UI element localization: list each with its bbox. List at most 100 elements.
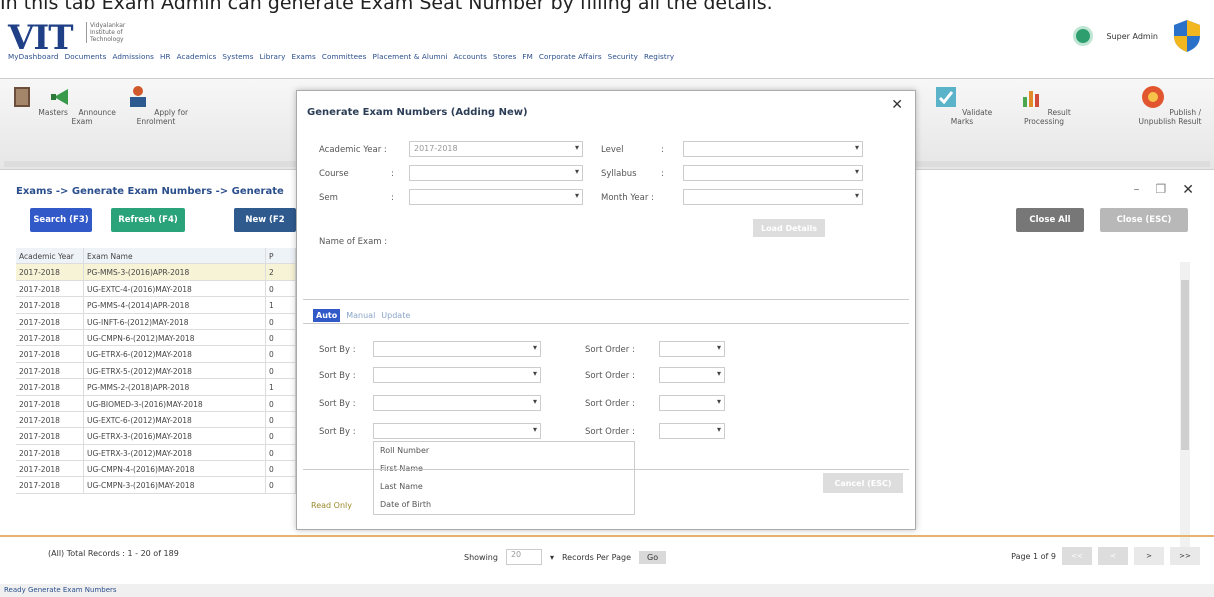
academic-year-select[interactable]: 2017-2018 ▾ [409, 141, 583, 157]
table-cell: 2017-2018 [16, 329, 84, 346]
toolbar-publish-result[interactable]: Publish / Unpublish Result [1128, 83, 1212, 126]
first-page-button[interactable]: << [1062, 547, 1092, 565]
toolbar-validate-marks[interactable]: Validate Marks [928, 83, 996, 126]
nav-item[interactable]: FM [522, 52, 533, 61]
app-header: VIT Vidyalankar Institute of Technology My… [0, 14, 1214, 64]
nav-item[interactable]: Security [608, 52, 638, 61]
close-icon[interactable]: ✕ [891, 97, 903, 113]
cancel-button[interactable]: Cancel (ESC) [823, 473, 903, 493]
tutorial-caption: In this tab Exam Admin can generate Exam… [0, 0, 773, 14]
close-icon[interactable]: ✕ [1182, 182, 1194, 198]
tab-manual[interactable]: Manual [346, 311, 375, 320]
tab-auto[interactable]: Auto [313, 309, 341, 322]
level-select[interactable]: ▾ [683, 141, 863, 157]
table-row[interactable]: 2017-2018 UG-ETRX-3-(2016)MAY-2018 0 [16, 428, 296, 445]
read-only-label: Read Only [311, 501, 352, 510]
prev-page-button[interactable]: < [1098, 547, 1128, 565]
table-row[interactable]: 2017-2018 UG-ETRX-3-(2012)MAY-2018 0 [16, 444, 296, 462]
restore-icon[interactable]: ❐ [1156, 182, 1167, 198]
column-academic-year[interactable]: Academic Year [16, 248, 84, 264]
nav-item[interactable]: Stores [493, 52, 516, 61]
grid-footer: (All) Total Records : 1 - 20 of 189 Show… [0, 535, 1214, 575]
new-button[interactable]: New (F2 [234, 208, 296, 232]
table-row[interactable]: 2017-2018 UG-INFT-6-(2012)MAY-2018 0 [16, 313, 296, 330]
close-all-button[interactable]: Close All [1016, 208, 1084, 232]
table-row[interactable]: 2017-2018 UG-EXTC-6-(2012)MAY-2018 0 [16, 411, 296, 429]
user-name[interactable]: Super Admin [1107, 32, 1158, 41]
toolbar-result-processing[interactable]: Result Processing [1010, 83, 1078, 126]
name-of-exam-label: Name of Exam : [319, 237, 388, 247]
table-row[interactable]: 2017-2018 UG-CMPN-3-(2016)MAY-2018 0 [16, 477, 296, 494]
sort-by-select[interactable]: ▾ [373, 367, 541, 383]
close-esc-button[interactable]: Close (ESC) [1100, 208, 1188, 232]
next-page-button[interactable]: > [1134, 547, 1164, 565]
nav-item[interactable]: Corporate Affairs [539, 52, 602, 61]
paging-controls: Showing 20 ▾ Records Per Page Go [464, 549, 667, 565]
table-row[interactable]: 2017-2018 PG-MMS-4-(2014)APR-2018 1 [16, 297, 296, 314]
sem-select[interactable]: ▾ [409, 189, 583, 205]
apply-icon [129, 86, 146, 107]
sort-order-select[interactable]: ▾ [659, 395, 725, 411]
table-row[interactable]: 2017-2018 PG-MMS-3-(2016)APR-2018 2 [16, 264, 296, 281]
load-details-button[interactable]: Load Details [753, 219, 825, 237]
column-exam-name[interactable]: Exam Name [84, 248, 266, 264]
table-cell: PG-MMS-2-(2018)APR-2018 [84, 379, 266, 395]
table-row[interactable]: 2017-2018 PG-MMS-2-(2018)APR-2018 1 [16, 379, 296, 396]
month-year-select[interactable]: ▾ [683, 189, 863, 205]
sort-order-select[interactable]: ▾ [659, 341, 725, 357]
go-button[interactable]: Go [639, 550, 667, 564]
toolbar-announce-exam[interactable]: Announce Exam [48, 83, 116, 126]
sort-by-select[interactable]: ▾ [373, 395, 541, 411]
nav-item[interactable]: Placement & Alumni [373, 52, 448, 61]
chevron-down-icon: ▾ [716, 397, 721, 406]
toolbar-apply-enrolment[interactable]: Apply for Enrolment [122, 83, 190, 126]
dialog-footer [303, 469, 909, 497]
level-label: Level [601, 145, 624, 155]
nav-item[interactable]: Systems [222, 52, 253, 61]
table-cell: 1 [266, 379, 296, 395]
search-button[interactable]: Search (F3) [30, 208, 92, 232]
page-indicator: Page 1 of 9 [1011, 551, 1056, 561]
chevron-down-icon: ▾ [854, 167, 859, 176]
sort-by-select[interactable]: ▾ [373, 423, 541, 439]
table-cell: 2017-2018 [16, 411, 84, 428]
column-p[interactable]: P [266, 248, 296, 264]
table-row[interactable]: 2017-2018 UG-ETRX-6-(2012)MAY-2018 0 [16, 346, 296, 363]
shield-logo-icon [1174, 20, 1200, 52]
nav-item[interactable]: Committees [322, 52, 367, 61]
option-roll-number[interactable]: Roll Number [374, 442, 634, 460]
table-row[interactable]: 2017-2018 UG-EXTC-4-(2016)MAY-2018 0 [16, 280, 296, 298]
nav-item[interactable]: Academics [177, 52, 217, 61]
course-label: Course [319, 169, 349, 179]
grid-scrollbar[interactable] [1180, 262, 1190, 552]
nav-item[interactable]: Exams [291, 52, 315, 61]
scroll-thumb[interactable] [1181, 280, 1189, 450]
last-page-button[interactable]: >> [1170, 547, 1200, 565]
table-row[interactable]: 2017-2018 UG-ETRX-5-(2012)MAY-2018 0 [16, 362, 296, 380]
refresh-button[interactable]: Refresh (F4) [111, 208, 185, 232]
table-cell: PG-MMS-4-(2014)APR-2018 [84, 297, 266, 313]
tab-update[interactable]: Update [381, 311, 410, 320]
syllabus-select[interactable]: ▾ [683, 165, 863, 181]
minimize-icon[interactable]: – [1134, 182, 1140, 198]
sort-order-select[interactable]: ▾ [659, 367, 725, 383]
sort-order-select[interactable]: ▾ [659, 423, 725, 439]
course-select[interactable]: ▾ [409, 165, 583, 181]
sort-by-select[interactable]: ▾ [373, 341, 541, 357]
option-date-of-birth[interactable]: Date of Birth [374, 496, 634, 514]
table-row[interactable]: 2017-2018 UG-BIOMED-3-(2016)MAY-2018 0 [16, 395, 296, 412]
nav-item[interactable]: Registry [644, 52, 674, 61]
sort-by-label: Sort By : [319, 399, 356, 409]
nav-item[interactable]: Library [260, 52, 286, 61]
nav-item[interactable]: MyDashboard [8, 52, 59, 61]
nav-item[interactable]: Accounts [453, 52, 487, 61]
records-per-page-select[interactable]: 20 [505, 549, 542, 565]
nav-item[interactable]: HR [160, 52, 171, 61]
nav-item[interactable]: Admissions [112, 52, 154, 61]
nav-item[interactable]: Documents [65, 52, 107, 61]
book-icon [14, 87, 31, 107]
table-row[interactable]: 2017-2018 UG-CMPN-4-(2016)MAY-2018 0 [16, 461, 296, 478]
chevron-down-icon[interactable]: ▾ [550, 553, 554, 562]
table-row[interactable]: 2017-2018 UG-CMPN-6-(2012)MAY-2018 0 [16, 329, 296, 347]
syllabus-label: Syllabus [601, 169, 637, 179]
